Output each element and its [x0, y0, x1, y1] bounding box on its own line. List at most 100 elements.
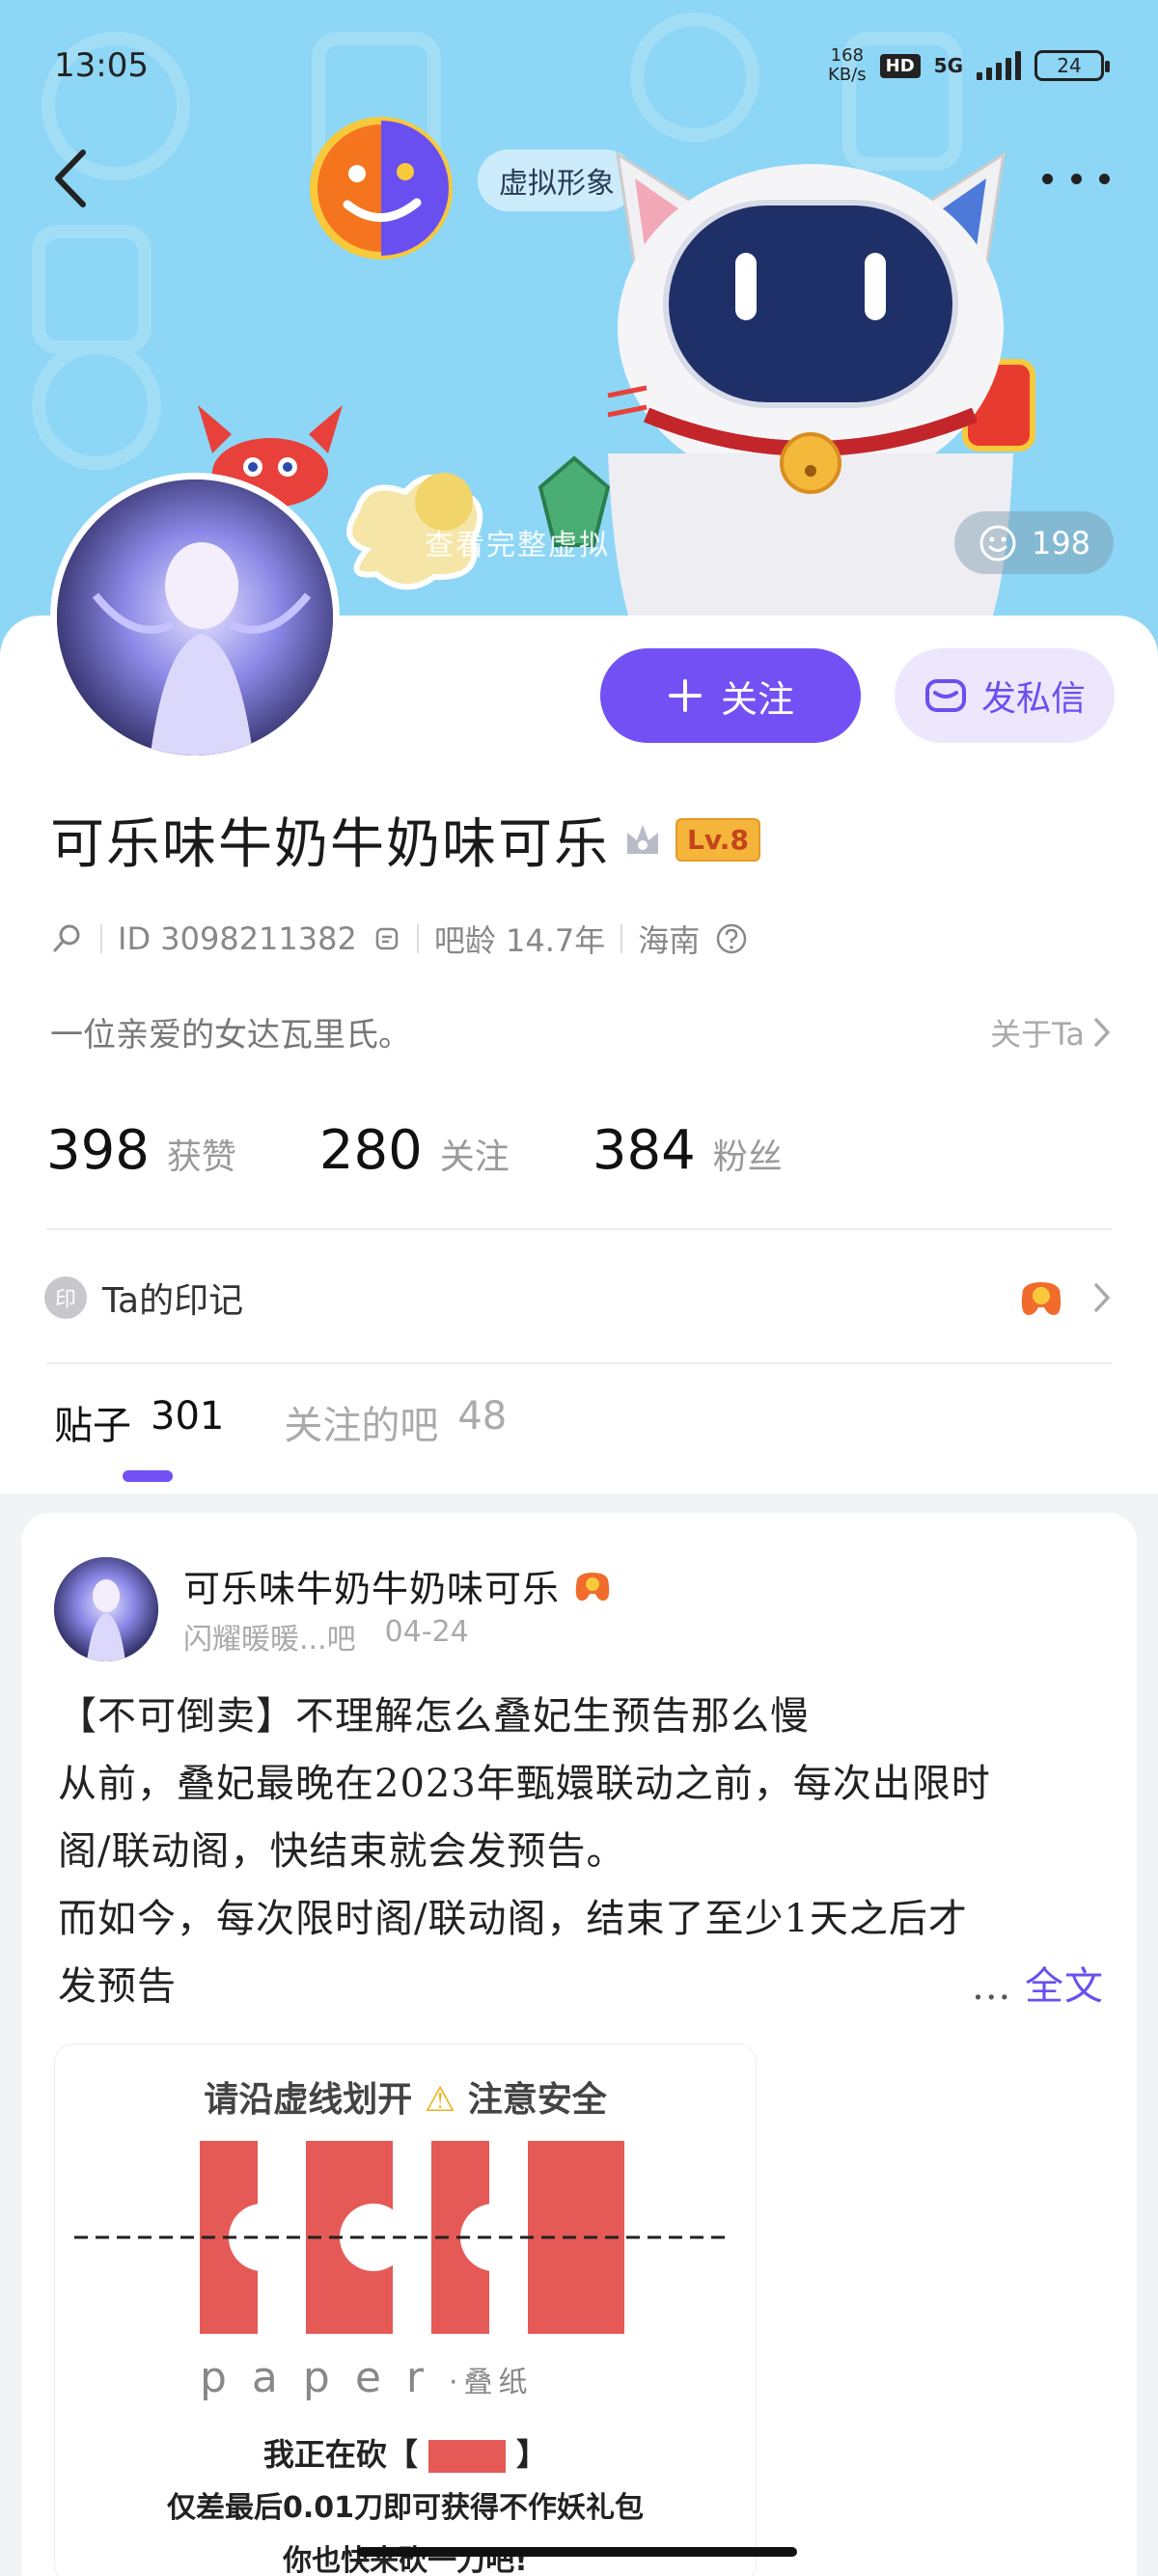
divider [46, 1228, 1112, 1230]
post-image[interactable]: 请沿虚线划开 ⚠ 注意安全 paper·叠纸 我正在砍【 】 仅差最后0.01刀… [54, 2043, 757, 2576]
tab-label: 关注的吧 [284, 1404, 439, 1448]
stat-number: 384 [592, 1119, 696, 1182]
post-line: 阁/联动阁，快结束就会发预告。 [58, 1829, 626, 1874]
stat-label: 粉丝 [712, 1137, 783, 1177]
tab-count: 48 [457, 1394, 508, 1439]
image-brand-cn: ·叠纸 [448, 2366, 534, 2399]
network-type: 5G [933, 54, 963, 77]
network-speed-value: 168 [830, 45, 865, 66]
plus-icon [668, 679, 702, 712]
active-tab-indicator [123, 1470, 173, 1482]
search-icon[interactable] [50, 921, 85, 956]
private-message-button[interactable]: 发私信 [895, 648, 1115, 743]
stats-row: 398 获赞 280 关注 384 粉丝 [46, 1119, 866, 1182]
home-indicator[interactable] [357, 2547, 797, 2557]
status-bar: 13:05 168 KB/s HD 5G 24 [54, 42, 1110, 89]
post-line: 而如今，每次限时阁/联动阁，结束了至少1天之后才 [58, 1897, 968, 1941]
signal-icon [977, 51, 1021, 80]
network-speed: 168 KB/s [828, 46, 867, 85]
post-line: 发预告 ... 全文 [58, 1953, 1104, 2020]
dot-icon [1099, 173, 1110, 184]
more-options-button[interactable] [1042, 164, 1110, 193]
user-id: ID 3098211382 [118, 920, 357, 957]
post-card[interactable]: 可乐味牛奶牛奶味可乐 闪耀暖暖...吧 04-24 【不可倒卖】不理解怎么叠妃生… [21, 1513, 1137, 2576]
follow-button-label: 关注 [720, 677, 794, 721]
copy-icon[interactable] [372, 924, 401, 953]
back-button[interactable] [48, 145, 106, 212]
gamepad-badge-icon [1021, 1282, 1062, 1315]
avatar-like-button[interactable]: 198 [954, 511, 1114, 574]
about-ta-link[interactable]: 关于Ta [990, 1010, 1114, 1055]
crown-badge-icon[interactable] [621, 819, 664, 862]
help-icon[interactable] [715, 922, 748, 955]
post-date: 04-24 [384, 1615, 469, 1649]
image-brand-en: paper [200, 2353, 449, 2402]
full-text-link[interactable]: 全文 [1025, 1964, 1104, 2009]
post-line: 从前，叠妃最晚在2023年甄嬛联动之前，每次出限时 [58, 1762, 991, 1806]
image-line1: 我正在砍【 】 [55, 2430, 756, 2475]
post-meta: 闪耀暖暖...吧 04-24 [183, 1615, 469, 1658]
image-line2: 仅差最后0.01刀即可获得不作妖礼包 [166, 2491, 645, 2525]
image-line1-text: 我正在砍【 [262, 2436, 418, 2473]
virtual-avatar-cat[interactable] [579, 135, 1042, 675]
network-speed-unit: KB/s [828, 65, 867, 85]
warning-icon: ⚠ [424, 2080, 456, 2120]
username: 可乐味牛奶牛奶味可乐 [50, 813, 610, 876]
stat-number: 398 [46, 1119, 150, 1182]
battery-level: 24 [1057, 54, 1082, 77]
avatar-image [57, 480, 333, 755]
stat-following[interactable]: 280 关注 [319, 1119, 510, 1182]
tieba-app-logo[interactable] [309, 116, 454, 260]
private-message-label: 发私信 [980, 679, 1086, 719]
battery-icon: 24 [1034, 50, 1110, 81]
dot-icon [1070, 173, 1082, 184]
image-line1-end: 】 [516, 2436, 548, 2473]
image-top-text: 请沿虚线划开 ⚠ 注意安全 [55, 2071, 756, 2122]
level-badge[interactable]: Lv.8 [676, 818, 760, 862]
smile-icon [979, 525, 1016, 561]
user-meta: ID 3098211382 吧龄 14.7年 海南 [50, 917, 748, 961]
chevron-right-icon [1094, 1017, 1111, 1047]
image-brand: paper·叠纸 [200, 2353, 534, 2402]
seal-icon: 印 [44, 1276, 87, 1319]
profile-tabs: 贴子 301 关注的吧 48 [54, 1394, 507, 1450]
stat-fans[interactable]: 384 粉丝 [593, 1119, 783, 1182]
gamepad-badge-icon [575, 1572, 610, 1601]
message-icon [924, 679, 966, 712]
bar-age: 吧龄 14.7年 [433, 922, 606, 959]
post-forum[interactable]: 闪耀暖暖...吧 [183, 1615, 356, 1658]
ta-mark-label: Ta的印记 [102, 1281, 244, 1321]
tab-count: 301 [151, 1394, 225, 1439]
user-avatar[interactable] [50, 473, 340, 762]
tab-label: 贴子 [54, 1404, 131, 1448]
post-author[interactable]: 可乐味牛奶牛奶味可乐 [183, 1559, 614, 1612]
divider [100, 924, 102, 953]
ta-mark-row[interactable]: 印 Ta的印记 [44, 1264, 1114, 1331]
view-full-avatar-hint[interactable]: 查看完整虚拟 [425, 521, 610, 563]
post-last-line: 发预告 [58, 1964, 177, 2009]
username-row: 可乐味牛奶牛奶味可乐 Lv.8 [50, 801, 760, 879]
post-line: 【不可倒卖】不理解怎么叠妃生预告那么慢 [58, 1694, 810, 1739]
ellipsis: ... [972, 1964, 1012, 2009]
stat-likes[interactable]: 398 获赞 [46, 1119, 236, 1182]
post-content[interactable]: 【不可倒卖】不理解怎么叠妃生预告那么慢 从前，叠妃最晚在2023年甄嬛联动之前，… [58, 1683, 1104, 2020]
follow-button[interactable]: 关注 [600, 648, 861, 743]
hd-badge: HD [879, 53, 921, 78]
bio-row: 一位亲爱的女达瓦里氏。 关于Ta [50, 1008, 1114, 1055]
status-time: 13:05 [54, 46, 149, 85]
divider [620, 924, 623, 953]
tab-posts[interactable]: 贴子 301 [54, 1394, 224, 1450]
mini-logo-icon [428, 2440, 506, 2473]
user-bio: 一位亲爱的女达瓦里氏。 [50, 1016, 411, 1055]
chevron-right-icon [1094, 1283, 1111, 1312]
dot-icon [1042, 173, 1053, 184]
stat-label: 获赞 [166, 1137, 236, 1177]
divider [416, 924, 419, 953]
image-cut-hint: 请沿虚线划开 [204, 2080, 413, 2120]
tab-followed-bars[interactable]: 关注的吧 48 [284, 1394, 507, 1450]
user-location: 海南 [638, 922, 701, 959]
post-author-name: 可乐味牛奶牛奶味可乐 [183, 1568, 561, 1610]
about-ta-label: 关于Ta [990, 1015, 1085, 1053]
avatar-image [54, 1557, 158, 1661]
post-author-avatar[interactable] [54, 1557, 158, 1661]
